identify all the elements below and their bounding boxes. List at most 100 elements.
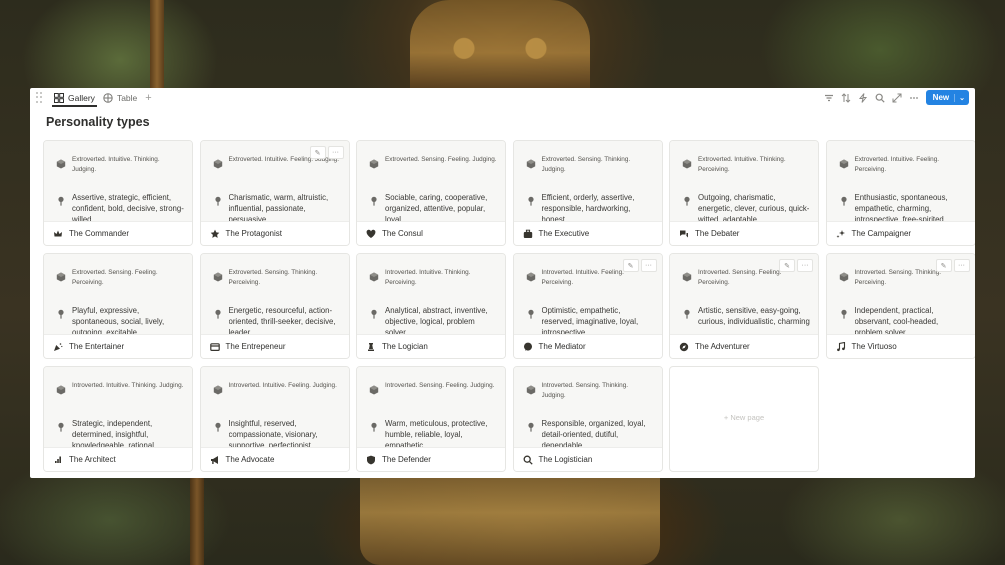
pin-icon bbox=[526, 419, 536, 447]
card-description-row: Sociable, caring, cooperative, organized… bbox=[369, 192, 497, 221]
expand-icon[interactable] bbox=[892, 93, 902, 103]
gallery-card[interactable]: Introverted. Sensing. Feeling. Judging. … bbox=[356, 366, 506, 472]
card-more-icon[interactable]: ··· bbox=[953, 259, 970, 272]
gallery-card[interactable]: Extroverted. Intuitive. Feeling. Judging… bbox=[199, 140, 350, 246]
tab-gallery[interactable]: Gallery bbox=[50, 88, 99, 107]
pin-icon bbox=[682, 193, 692, 221]
card-footer: The Virtuoso bbox=[826, 334, 975, 358]
cube-icon bbox=[682, 269, 692, 288]
background-robe bbox=[360, 478, 660, 565]
add-view-button[interactable]: + bbox=[145, 92, 151, 104]
cube-icon bbox=[839, 156, 849, 175]
card-footer: The Adventurer bbox=[670, 334, 818, 358]
pin-icon bbox=[369, 306, 379, 334]
gallery-card[interactable]: Extroverted. Intuitive. Thinking. Percei… bbox=[669, 140, 819, 246]
card-preview: Extroverted. Sensing. Thinking. Judging.… bbox=[513, 141, 662, 222]
card-description: Strategic, independent, determined, insi… bbox=[72, 419, 154, 447]
gallery-card[interactable]: Introverted. Intuitive. Feeling. Perceiv… bbox=[512, 253, 663, 359]
card-description-row: Assertive, strategic, efficient, confide… bbox=[56, 192, 184, 221]
card-traits: Extroverted. Intuitive. Thinking. Judgin… bbox=[72, 156, 160, 173]
gallery-card[interactable]: Introverted. Intuitive. Thinking. Judgin… bbox=[43, 366, 193, 472]
background-staff bbox=[150, 0, 164, 88]
card-hover-tools: ✎ ··· bbox=[622, 259, 657, 272]
card-description-row: Responsible, organized, loyal, detail-or… bbox=[526, 418, 654, 447]
card-footer: The Advocate bbox=[200, 447, 349, 471]
card-description-row: Playful, expressive, spontaneous, social… bbox=[56, 305, 184, 334]
table-icon bbox=[103, 92, 113, 103]
card-footer: The Campaigner bbox=[826, 221, 975, 245]
edit-icon[interactable]: ✎ bbox=[622, 259, 639, 272]
card-preview: Introverted. Sensing. Feeling. Perceivin… bbox=[670, 254, 818, 335]
pin-icon bbox=[213, 193, 223, 221]
gallery-card[interactable]: Introverted. Intuitive. Thinking. Percei… bbox=[356, 253, 506, 359]
new-page-card[interactable]: + New page bbox=[669, 366, 819, 472]
speech-icon bbox=[523, 342, 533, 352]
pin-icon bbox=[213, 419, 223, 447]
new-dropdown-icon[interactable]: ⌄ bbox=[954, 93, 969, 102]
gallery-card[interactable]: Extroverted. Sensing. Feeling. Perceivin… bbox=[43, 253, 193, 359]
gallery-card[interactable]: Introverted. Sensing. Feeling. Perceivin… bbox=[669, 253, 819, 359]
card-description-row: Charismatic, warm, altruistic, influenti… bbox=[213, 192, 341, 221]
card-footer: The Logician bbox=[357, 334, 505, 358]
card-title: The Entrepeneur bbox=[225, 342, 286, 351]
card-preview: Introverted. Intuitive. Feeling. Perceiv… bbox=[513, 254, 662, 335]
pin-icon bbox=[56, 419, 66, 447]
card-preview: Extroverted. Sensing. Feeling. Perceivin… bbox=[44, 254, 192, 335]
tab-gallery-label: Gallery bbox=[68, 92, 95, 103]
chart-icon bbox=[53, 455, 63, 465]
gallery-card[interactable]: Introverted. Sensing. Thinking. Judging.… bbox=[512, 366, 663, 472]
gallery-card[interactable]: Extroverted. Intuitive. Thinking. Judgin… bbox=[43, 140, 193, 246]
card-description-row: Independent, practical, observant, cool-… bbox=[839, 305, 967, 334]
card-traits: Extroverted. Intuitive. Thinking. Percei… bbox=[698, 156, 786, 173]
card-description-row: Enthusiastic, spontaneous, empathetic, c… bbox=[839, 192, 967, 221]
card-description: Responsible, organized, loyal, detail-or… bbox=[541, 419, 646, 447]
cube-icon bbox=[56, 382, 66, 401]
card-traits: Extroverted. Intuitive. Feeling. Perceiv… bbox=[854, 156, 940, 173]
card-footer: The Logistician bbox=[513, 447, 662, 471]
edit-icon[interactable]: ✎ bbox=[309, 146, 326, 159]
card-traits-row: Extroverted. Intuitive. Feeling. Perceiv… bbox=[839, 155, 967, 175]
card-title: The Logician bbox=[382, 342, 428, 351]
cube-icon bbox=[213, 156, 223, 175]
gallery-card[interactable]: Extroverted. Sensing. Thinking. Judging.… bbox=[512, 140, 663, 246]
lightning-icon[interactable] bbox=[858, 92, 868, 103]
card-more-icon[interactable]: ··· bbox=[797, 259, 813, 272]
card-traits: Introverted. Intuitive. Thinking. Percei… bbox=[385, 269, 471, 286]
gallery-card[interactable]: Introverted. Intuitive. Feeling. Judging… bbox=[199, 366, 350, 472]
wallet-icon bbox=[209, 342, 220, 352]
card-preview: Introverted. Intuitive. Thinking. Judgin… bbox=[44, 367, 192, 448]
drag-handle-icon[interactable] bbox=[36, 91, 44, 104]
cube-icon bbox=[213, 382, 223, 401]
card-more-icon[interactable]: ··· bbox=[327, 146, 344, 159]
gallery-card[interactable]: Extroverted. Intuitive. Feeling. Perceiv… bbox=[825, 140, 975, 246]
card-more-icon[interactable]: ··· bbox=[640, 259, 657, 272]
tab-table[interactable]: Table bbox=[99, 88, 141, 107]
gallery-card[interactable]: Introverted. Sensing. Thinking. Perceivi… bbox=[825, 253, 975, 359]
card-description: Insightful, reserved, compassionate, vis… bbox=[228, 419, 318, 447]
gallery-card[interactable]: Extroverted. Sensing. Thinking. Perceivi… bbox=[199, 253, 350, 359]
card-footer: The Debater bbox=[670, 221, 818, 245]
gallery-card[interactable]: Extroverted. Sensing. Feeling. Judging. … bbox=[356, 140, 506, 246]
card-title: The Adventurer bbox=[695, 342, 750, 351]
card-traits-row: Extroverted. Sensing. Feeling. Perceivin… bbox=[56, 268, 184, 288]
sparkle-icon bbox=[836, 229, 846, 239]
card-description: Enthusiastic, spontaneous, empathetic, c… bbox=[854, 193, 948, 221]
cube-icon bbox=[682, 156, 692, 175]
more-icon[interactable] bbox=[909, 93, 919, 103]
search-icon[interactable] bbox=[875, 93, 885, 103]
card-traits: Introverted. Intuitive. Thinking. Judgin… bbox=[72, 382, 184, 389]
card-title: The Virtuoso bbox=[851, 342, 897, 351]
card-footer: The Entrepeneur bbox=[200, 334, 349, 358]
card-preview: Extroverted. Sensing. Feeling. Judging. … bbox=[357, 141, 505, 222]
edit-icon[interactable]: ✎ bbox=[779, 259, 795, 272]
edit-icon[interactable]: ✎ bbox=[935, 259, 952, 272]
new-button[interactable]: New ⌄ bbox=[925, 90, 969, 105]
filter-icon[interactable] bbox=[824, 93, 834, 103]
card-traits: Introverted. Intuitive. Feeling. Judging… bbox=[228, 382, 337, 389]
new-button-label: New bbox=[932, 93, 950, 102]
pin-icon bbox=[213, 306, 223, 334]
chess-icon bbox=[366, 342, 376, 352]
music-icon bbox=[836, 341, 846, 352]
sort-icon[interactable] bbox=[841, 92, 851, 103]
card-footer: The Executive bbox=[513, 221, 662, 245]
